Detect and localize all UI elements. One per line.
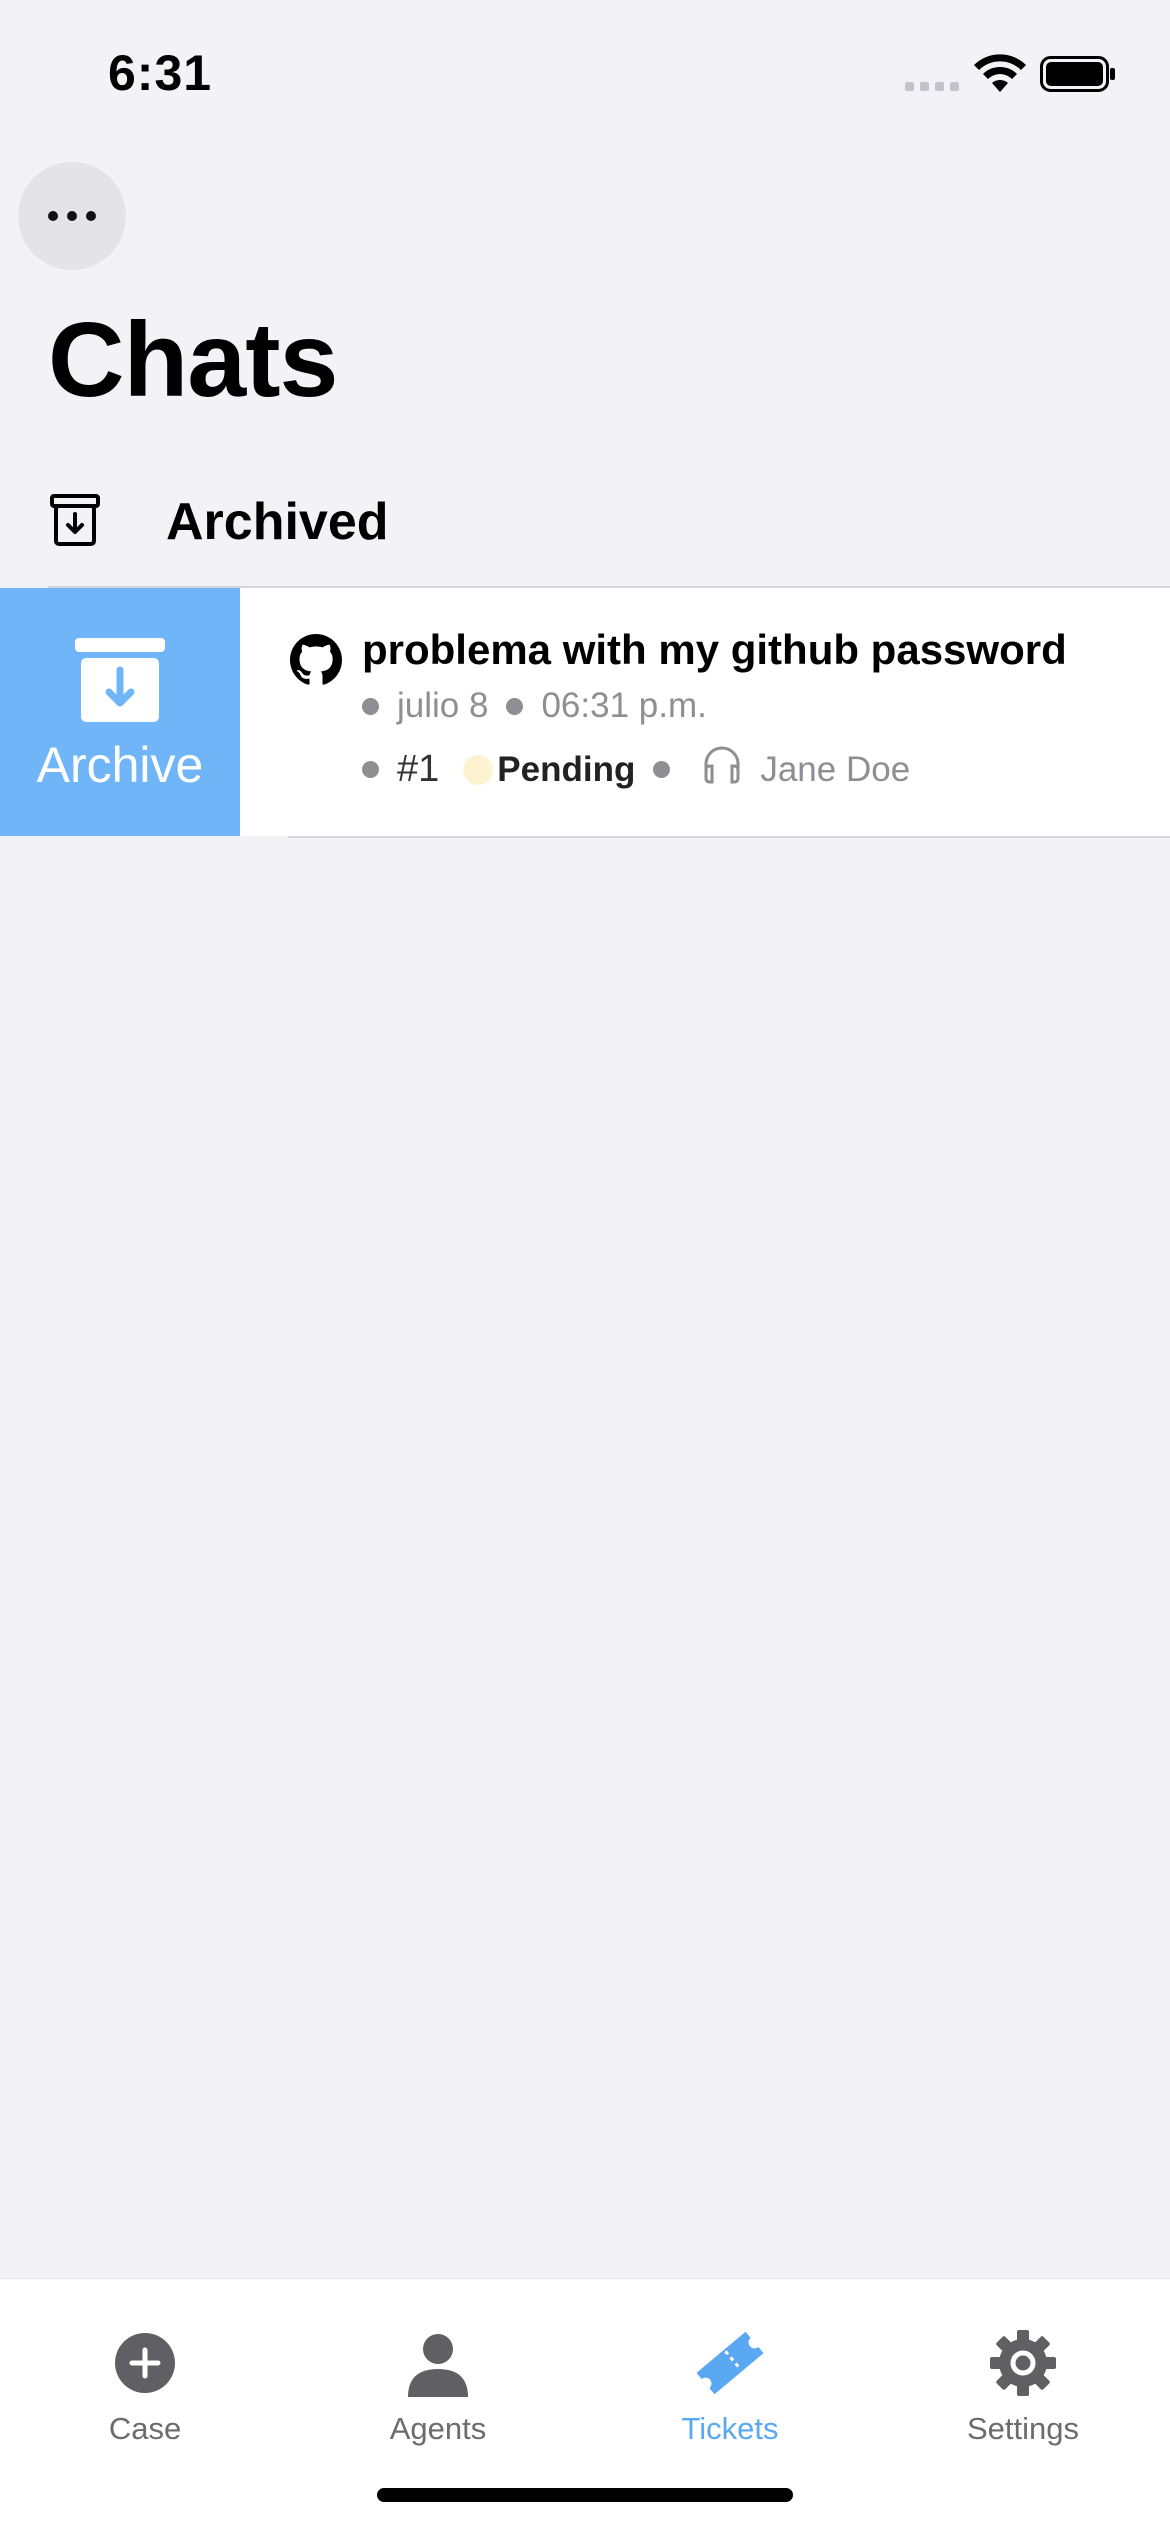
status-bar: 6:31 <box>0 0 1170 150</box>
chat-time: 06:31 p.m. <box>541 686 707 725</box>
bullet <box>362 761 379 778</box>
tab-label: Tickets <box>681 2411 779 2446</box>
bullet <box>506 697 524 715</box>
tab-label: Agents <box>389 2411 487 2446</box>
archive-box-icon <box>75 638 165 722</box>
chat-title: problema with my github password <box>362 626 1067 673</box>
status-dot <box>463 754 494 785</box>
ticket-number: #1 <box>397 748 440 790</box>
archive-swipe-button[interactable]: Archive <box>0 588 240 836</box>
page-title: Chats <box>48 301 339 419</box>
archived-row[interactable]: Archived <box>0 470 1170 570</box>
bullet <box>653 761 671 778</box>
tab-label: Settings <box>966 2411 1079 2446</box>
wifi-icon <box>974 54 1026 92</box>
tab-tickets[interactable]: Tickets <box>630 2327 830 2447</box>
tab-settings[interactable]: Settings <box>923 2327 1123 2447</box>
person-icon <box>408 2334 468 2397</box>
more-options-button[interactable] <box>18 162 126 270</box>
home-indicator <box>377 2488 793 2502</box>
chat-row[interactable]: Archive problema with my github password… <box>0 588 1170 836</box>
archive-box-icon <box>50 494 100 546</box>
tab-label: Case <box>108 2411 182 2446</box>
chat-date: julio 8 <box>397 686 489 725</box>
ticket-info: #1 Pending Jane Doe <box>362 746 911 791</box>
archived-label: Archived <box>166 493 389 551</box>
plus-circle-icon <box>115 2333 175 2393</box>
bullet <box>362 697 379 715</box>
chat-meta: julio 8 06:31 p.m. <box>362 686 707 726</box>
gear-icon <box>990 2330 1056 2396</box>
status-badge: Pending <box>497 749 636 789</box>
divider <box>288 836 1170 838</box>
ticket-icon <box>696 2331 764 2395</box>
archive-action-label: Archive <box>36 737 204 793</box>
signal-icon <box>905 82 959 91</box>
status-time: 6:31 <box>108 45 213 101</box>
ellipsis-icon <box>48 211 58 221</box>
github-icon <box>290 634 342 685</box>
tab-case[interactable]: Case <box>45 2327 245 2447</box>
headphones-icon <box>704 746 740 783</box>
tab-agents[interactable]: Agents <box>338 2327 538 2447</box>
battery-icon <box>1040 56 1115 92</box>
agent-name: Jane Doe <box>760 749 911 789</box>
